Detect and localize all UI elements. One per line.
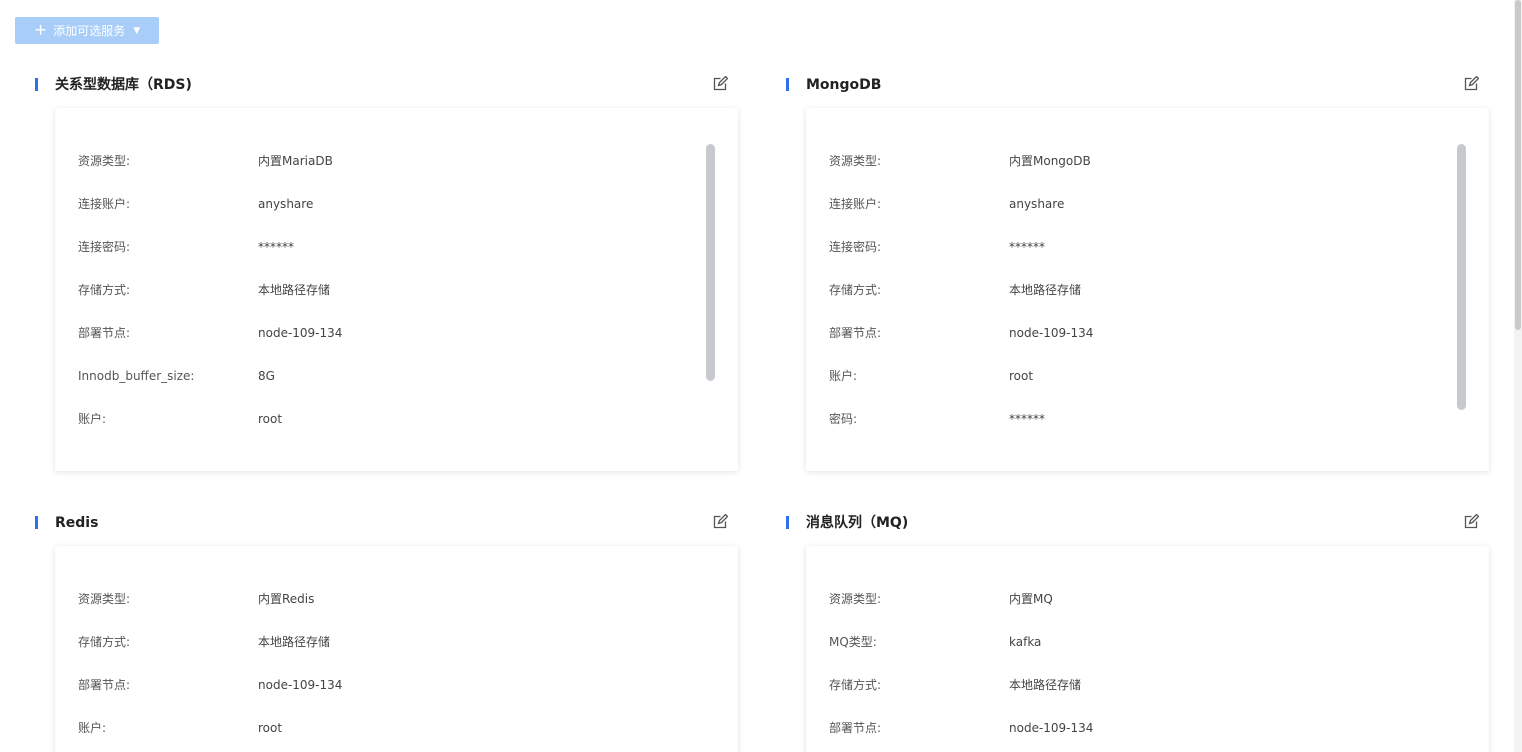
mq-card: 资源类型: 内置MQ MQ类型: kafka 存储方式: 本地路径存储 部署节点: no… (806, 546, 1489, 752)
field-label: 存储方式: (78, 635, 131, 649)
accent-bar (35, 516, 38, 529)
accent-bar (786, 516, 789, 529)
field-value: node-109-134 (1009, 721, 1094, 735)
field-label: 存储方式: (829, 678, 882, 692)
field-label: 密码: (829, 412, 858, 426)
section-title: 关系型数据库（RDS) (55, 77, 192, 93)
field-value: root (1009, 369, 1034, 383)
field-label: 部署节点: (829, 326, 882, 340)
caret-down-icon: ▼ (133, 25, 141, 36)
field-label: 存储方式: (78, 283, 131, 297)
edit-icon[interactable] (712, 76, 728, 92)
edit-icon[interactable] (1463, 514, 1479, 530)
mongodb-card: 资源类型: 内置MongoDB 连接账户: anyshare 连接密码: ******… (806, 108, 1489, 471)
field-label: 连接账户: (78, 197, 131, 211)
field-label: Innodb_buffer_size: (78, 369, 195, 383)
field-label: 资源类型: (78, 154, 131, 168)
section-title: 消息队列（MQ) (806, 515, 909, 531)
section-title: Redis (55, 515, 99, 531)
field-value: root (258, 721, 283, 735)
field-value: ****** (1009, 412, 1045, 426)
field-label: 资源类型: (78, 592, 131, 606)
section-header: 消息队列（MQ) (786, 513, 1483, 533)
field-value: anyshare (258, 197, 314, 211)
edit-icon[interactable] (712, 514, 728, 530)
field-value: 内置MQ (1009, 592, 1053, 606)
card-scrollbar[interactable] (706, 144, 715, 381)
field-value: 本地路径存储 (1009, 678, 1082, 692)
field-value: 本地路径存储 (1009, 283, 1082, 297)
field-value: ****** (258, 240, 294, 254)
page-scrollbar[interactable] (1514, 0, 1522, 752)
field-label: 账户: (78, 721, 107, 735)
add-button-label: 添加可选服务 (53, 24, 126, 38)
page-scrollbar-thumb[interactable] (1515, 0, 1521, 330)
field-label: 连接密码: (829, 240, 882, 254)
field-value: 本地路径存储 (258, 283, 331, 297)
field-value: node-109-134 (258, 678, 343, 692)
field-value: 内置MariaDB (258, 154, 333, 168)
add-optional-service-button[interactable]: + 添加可选服务 ▼ (15, 17, 159, 44)
plus-icon: + (33, 20, 48, 39)
redis-card: 资源类型: 内置Redis 存储方式: 本地路径存储 部署节点: node-109-1… (55, 546, 738, 752)
field-value: ****** (1009, 240, 1045, 254)
field-label: 资源类型: (829, 154, 882, 168)
field-label: 账户: (829, 369, 858, 383)
field-label: 存储方式: (829, 283, 882, 297)
field-label: 部署节点: (829, 721, 882, 735)
field-value: anyshare (1009, 197, 1065, 211)
field-value: 8G (258, 369, 275, 383)
section-title: MongoDB (806, 77, 882, 93)
field-value: kafka (1009, 635, 1042, 649)
rds-card: 资源类型: 内置MariaDB 连接账户: anyshare 连接密码: ******… (55, 108, 738, 471)
field-label: MQ类型: (829, 635, 877, 649)
accent-bar (35, 78, 38, 91)
edit-icon[interactable] (1463, 76, 1479, 92)
field-value: node-109-134 (1009, 326, 1094, 340)
field-value: node-109-134 (258, 326, 343, 340)
section-header: MongoDB (786, 75, 1483, 95)
field-label: 连接密码: (78, 240, 131, 254)
section-header: 关系型数据库（RDS) (35, 75, 732, 95)
field-label: 资源类型: (829, 592, 882, 606)
field-value: 内置Redis (258, 592, 315, 606)
field-value: 本地路径存储 (258, 635, 331, 649)
field-label: 部署节点: (78, 678, 131, 692)
accent-bar (786, 78, 789, 91)
field-label: 部署节点: (78, 326, 131, 340)
card-scrollbar[interactable] (1457, 144, 1466, 410)
field-value: root (258, 412, 283, 426)
field-label: 连接账户: (829, 197, 882, 211)
section-header: Redis (35, 513, 732, 533)
field-label: 账户: (78, 412, 107, 426)
field-value: 内置MongoDB (1009, 154, 1091, 168)
page: + 添加可选服务 ▼ 关系型数据库（RDS) 资源类型: 内置MariaDB 连接… (0, 0, 1522, 752)
